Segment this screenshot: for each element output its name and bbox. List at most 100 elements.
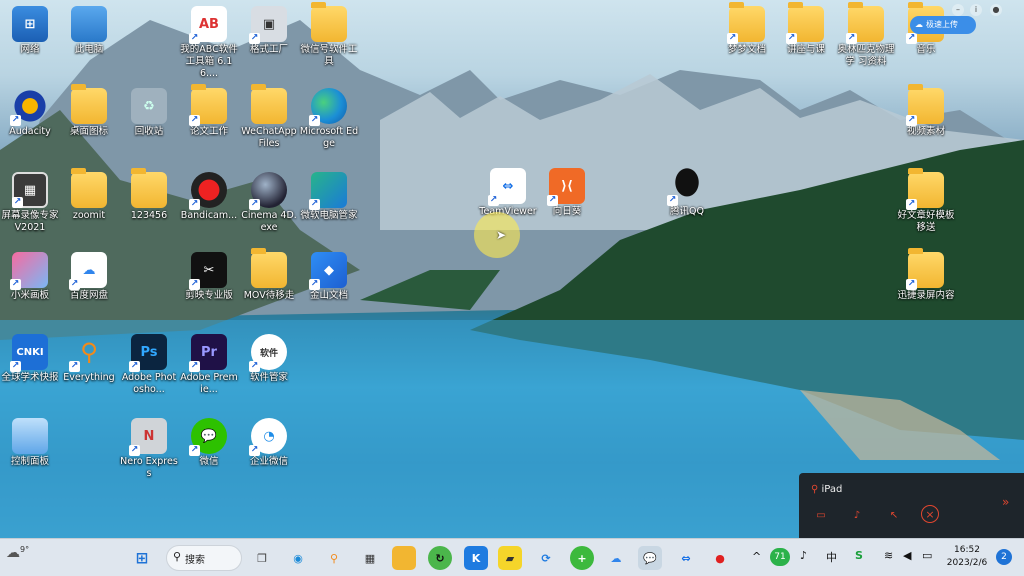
desktop-icon-capcut[interactable]: ✂ ↗ 剪映专业版 xyxy=(179,252,239,302)
record-taskbar-icon[interactable]: ● xyxy=(708,546,732,570)
record-icon[interactable]: ● xyxy=(990,4,1002,16)
desktop-icon-thesis-work[interactable]: ↗ 论文工作 xyxy=(179,84,239,138)
desktop: ⊞ 网络 此电脑 AB ↗ 我的ABC软件工具箱 6.16.... ▣ ↗ 格式工厂… xyxy=(0,0,1024,538)
desktop-icon-this-pc[interactable]: 此电脑 xyxy=(59,6,119,56)
desktop-icon-desktop-icons[interactable]: 桌面图标 xyxy=(59,84,119,138)
everything-taskbar-icon[interactable]: ⚲ xyxy=(322,546,346,570)
desktop-icon-photoshop[interactable]: Ps ↗ Adobe Photosho... xyxy=(119,334,179,396)
desktop-icon-audacity[interactable]: ↗ Audacity xyxy=(0,88,60,138)
audacity-icon: ↗ xyxy=(10,88,48,126)
plus-app-icon[interactable]: + xyxy=(570,546,594,570)
pointer-icon[interactable]: ↖ xyxy=(884,505,904,525)
photoshop-icon: Ps ↗ xyxy=(129,334,167,372)
user-folder-icon xyxy=(131,168,167,208)
panel-arrow-icon[interactable]: » xyxy=(1002,495,1009,509)
close-session-icon[interactable]: × xyxy=(921,505,939,523)
desktop-icon-abc-toolbox[interactable]: AB ↗ 我的ABC软件工具箱 6.16.... xyxy=(179,6,239,80)
start-button[interactable]: ⊞ xyxy=(130,546,154,570)
badge-71[interactable]: 71 xyxy=(770,548,790,566)
microphone-tray-icon[interactable]: ♪ xyxy=(800,549,807,562)
soft-manager-icon: 软件 ↗ xyxy=(249,334,287,372)
cnki-icon: CNKI ↗ xyxy=(10,334,48,372)
desktop-icon-kingsoft-doc[interactable]: ◆ ↗ 金山文档 xyxy=(299,252,359,302)
cloud-upload-badge[interactable]: ☁ 极速上传 xyxy=(910,16,976,34)
microphone-icon[interactable]: ♪ xyxy=(847,505,867,525)
desktop-icon-cinema4d[interactable]: ↗ Cinema 4D.exe xyxy=(239,172,299,234)
wecom-icon: ◔ ↗ xyxy=(249,418,287,456)
desktop-icon-wecom[interactable]: ◔ ↗ 企业微信 xyxy=(239,418,299,468)
store-icon[interactable]: ▦ xyxy=(358,546,382,570)
desktop-icon-r-video[interactable]: ↗ 视频素材 xyxy=(896,84,956,138)
desktop-icon-r-folder2[interactable]: ↗ 讲座与课 xyxy=(776,2,836,56)
refresh-app-icon[interactable]: ⟳ xyxy=(534,546,558,570)
cloud-weather-icon: ☁ xyxy=(6,545,20,561)
desktop-icon-baidu-pan[interactable]: ☁ ↗ 百度网盘 xyxy=(59,252,119,302)
desktop-icon-zoomit[interactable]: zoomit xyxy=(59,168,119,222)
folder-icon xyxy=(71,84,107,124)
desktop-icon-screen-recorder[interactable]: ▦ ↗ 屏幕录像专家 V2021 xyxy=(0,172,60,234)
mi-board-icon: ↗ xyxy=(10,252,48,290)
weather-widget[interactable]: ☁ 9° xyxy=(6,545,36,571)
desktop-icon-r-folder1[interactable]: ↗ 梦梦文档 xyxy=(717,2,777,56)
desktop-icon-control-panel[interactable]: 控制面板 xyxy=(0,418,60,468)
network-icon: ⊞ xyxy=(12,6,48,42)
desktop-icon-recycle-bin[interactable]: ♻ 回收站 xyxy=(119,88,179,138)
volume-icon[interactable]: ◀ xyxy=(903,549,911,562)
desktop-icon-folder-a[interactable]: 微信号软件工具 xyxy=(299,2,359,68)
desktop-icon-edge[interactable]: ↗ Microsoft Edge xyxy=(299,88,359,150)
copilot-icon[interactable]: ◉ xyxy=(286,546,310,570)
folder-icon xyxy=(251,248,287,288)
capcut-icon: ✂ ↗ xyxy=(189,252,227,290)
wifi-icon[interactable]: ≋ xyxy=(884,549,893,562)
info-icon[interactable]: i xyxy=(970,4,982,16)
desktop-icon-mov-folder[interactable]: MOV待移走 xyxy=(239,248,299,302)
desktop-icon-r-folder3[interactable]: ↗ 奥林匹克物理学 习资料 xyxy=(836,2,896,68)
everything-search-icon: ⚲ ↗ xyxy=(69,338,98,372)
desktop-icon-nero[interactable]: N ↗ Nero Express xyxy=(119,418,179,480)
nero-icon: N ↗ xyxy=(129,418,167,456)
notification-badge[interactable]: 2 xyxy=(996,549,1012,565)
task-view-icon[interactable]: ❐ xyxy=(250,546,274,570)
search-button[interactable]: ⚲ 搜索 xyxy=(166,545,242,571)
desktop-icon-123456[interactable]: 123456 xyxy=(119,168,179,222)
clock[interactable]: 16:52 2023/2/6 xyxy=(946,544,988,570)
desktop-icon-r-rec[interactable]: ↗ 迅捷录屏内容 xyxy=(896,248,956,302)
sogou-icon[interactable]: S xyxy=(855,549,863,562)
desktop-icon-teamviewer[interactable]: ⇔ ↗ TeamViewer xyxy=(478,168,538,218)
tray-chevron-icon[interactable]: ^ xyxy=(752,550,761,563)
desktop-icon-cnki[interactable]: CNKI ↗ 全球学术快报 xyxy=(0,334,60,384)
desktop-icon-soft-manager[interactable]: 软件 ↗ 软件管家 xyxy=(239,334,299,384)
minimize-icon[interactable]: – xyxy=(952,4,964,16)
desktop-icon-pc-manager[interactable]: ↗ 微软电脑管家 xyxy=(299,172,359,222)
baidu-pan-icon: ☁ ↗ xyxy=(69,252,107,290)
folder-icon: ↗ xyxy=(189,84,227,126)
desktop-icon-wechat-files[interactable]: WeChatApp Files xyxy=(239,84,299,150)
green-app-icon[interactable]: ↻ xyxy=(428,546,452,570)
desktop-icon-wechat[interactable]: 💬 ↗ 微信 xyxy=(179,418,239,468)
taskbar: ☁ 9° ⊞ ⚲ 搜索 ❐ ◉ ⚲ ▦ ↻ K ▰ ⟳ + ☁ 💬 ⇔ ● ^ … xyxy=(0,538,1024,576)
screen-recorder-icon: ▦ ↗ xyxy=(12,172,48,208)
desktop-icon-xiangrikui[interactable]: ⟩⟨ ↗ 向日葵 xyxy=(537,168,597,218)
baidu-pan-taskbar-icon[interactable]: ☁ xyxy=(604,546,628,570)
desktop-icon-network[interactable]: ⊞ 网络 xyxy=(0,6,60,56)
desktop-icon-qq[interactable]: ↗ 腾讯QQ xyxy=(657,168,717,218)
file-explorer-icon[interactable] xyxy=(392,546,416,570)
desktop-icon-mi-board[interactable]: ↗ 小米画板 xyxy=(0,252,60,302)
chat-icon[interactable]: ▭ xyxy=(811,505,831,525)
ime-indicator[interactable]: 中 xyxy=(826,549,837,565)
edge-icon: ↗ xyxy=(309,88,347,126)
battery-icon[interactable]: ▭ xyxy=(922,549,932,562)
desktop-icon-r-paper[interactable]: ↗ 好文章好模板 移送 xyxy=(896,168,956,234)
k-app-icon[interactable]: K xyxy=(464,546,488,570)
desktop-icon-bandicam[interactable]: ↗ Bandicam... xyxy=(179,172,239,222)
qq-penguin-icon: ↗ xyxy=(667,168,705,206)
wechat-taskbar-icon[interactable]: 💬 xyxy=(638,546,662,570)
desktop-icon-everything[interactable]: ⚲ ↗ Everything xyxy=(59,334,119,384)
sticky-notes-icon[interactable]: ▰ xyxy=(498,546,522,570)
premiere-icon: Pr ↗ xyxy=(189,334,227,372)
desktop-icon-format-factory[interactable]: ▣ ↗ 格式工厂 xyxy=(239,6,299,56)
xiangrikui-icon: ⟩⟨ ↗ xyxy=(547,168,585,206)
folder-icon: ↗ xyxy=(906,84,944,126)
desktop-icon-premiere[interactable]: Pr ↗ Adobe Premie... xyxy=(179,334,239,396)
teamviewer-taskbar-icon[interactable]: ⇔ xyxy=(674,546,698,570)
